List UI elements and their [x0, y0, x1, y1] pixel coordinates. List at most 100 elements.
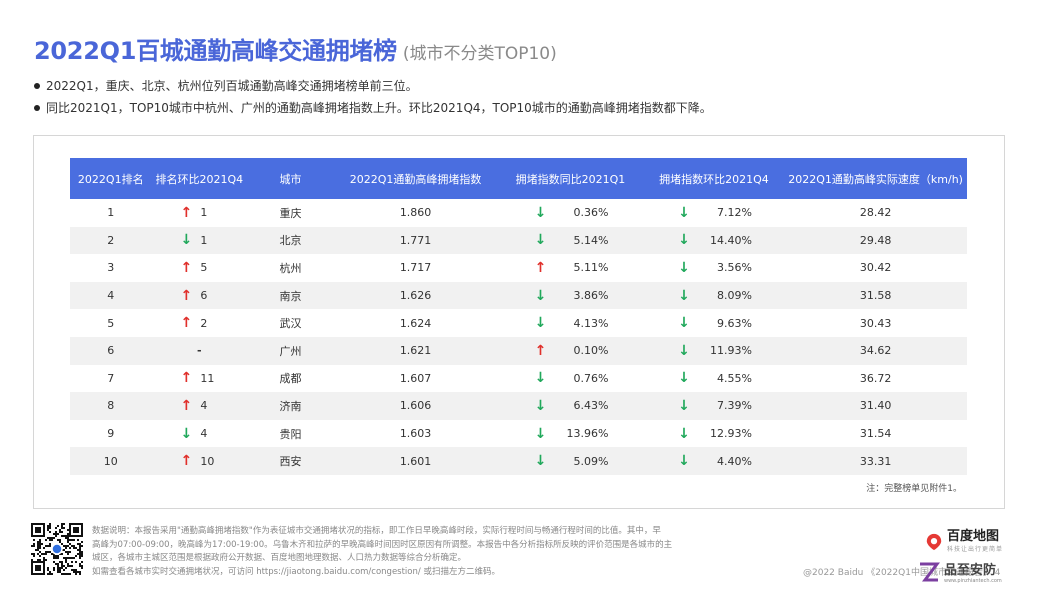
cell-rank: 6	[107, 344, 115, 358]
cell-yoy: ↓ 5.14%	[497, 227, 643, 255]
cell-index: 1.626	[399, 289, 432, 303]
table-row: 10 ↑ 10 西安 1.601 ↓ 5.09% ↓ 4.40% 33.31	[70, 447, 967, 475]
up-arrow-icon: ↑	[180, 287, 193, 304]
cell-speed: 31.40	[859, 399, 892, 413]
up-arrow-icon: ↑	[180, 204, 193, 221]
down-arrow-icon: ↓	[678, 453, 690, 470]
watermark-text: 品至安防	[944, 563, 997, 578]
up-arrow-icon: ↑	[180, 370, 193, 387]
cell-index: 1.606	[399, 399, 432, 413]
logo-subtext: 科技让出行更简单	[947, 546, 1004, 553]
page-title-wrap: 2022Q1百城通勤高峰交通拥堵榜 (城市不分类TOP10)	[34, 31, 557, 66]
rank-change-value: -	[197, 344, 202, 358]
cell-qoq: ↓ 8.09%	[644, 282, 785, 310]
cell-qoq: ↓ 14.40%	[644, 227, 785, 255]
baidu-map-pin-icon	[926, 533, 942, 550]
rank-change-value: 4	[200, 399, 208, 413]
footer-line: 城区，各城市主城区范围是根据政府公开数据、百度地图地理数据、人口热力数据等综合分…	[92, 553, 467, 563]
qoq-value: 4.55%	[716, 371, 752, 385]
watermark: 品至安防 www.pinzhiantech.com	[917, 560, 1002, 584]
table-row: 4 ↑ 6 南京 1.626 ↓ 3.86% ↓ 8.09% 31.58	[70, 281, 967, 310]
down-arrow-icon: ↓	[678, 232, 690, 249]
bullet-item: 2022Q1，重庆、北京、杭州位列百城通勤高峰交通拥堵榜单前三位。	[34, 75, 712, 97]
cell-rank: 9	[107, 427, 115, 441]
rank-change-value: 2	[200, 316, 208, 330]
down-arrow-icon: ↓	[678, 342, 690, 359]
table-frame: 2022Q1排名 排名环比2021Q4 城市 2022Q1通勤高峰拥堵指数 拥堵…	[33, 135, 1005, 509]
qr-code-icon	[31, 523, 83, 575]
cell-index: 1.607	[399, 371, 432, 385]
cell-qoq: ↓ 7.12%	[644, 199, 785, 227]
up-arrow-icon: ↑	[180, 397, 193, 414]
down-arrow-icon: ↓	[534, 315, 547, 332]
up-arrow-icon: ↑	[534, 259, 547, 276]
qoq-value: 14.40%	[709, 233, 752, 247]
cell-rank: 10	[103, 454, 118, 468]
qoq-value: 9.63%	[716, 316, 752, 330]
down-arrow-icon: ↓	[534, 287, 547, 304]
bullet-dot	[34, 105, 40, 111]
down-arrow-icon: ↓	[534, 453, 547, 470]
table-row: 3 ↑ 5 杭州 1.717 ↑ 5.11% ↓ 3.56% 30.42	[70, 254, 967, 282]
up-arrow-icon: ↑	[534, 342, 547, 359]
col-yoy: 拥堵指数同比2021Q1	[515, 172, 626, 186]
cell-qoq: ↓ 9.63%	[644, 309, 785, 337]
yoy-value: 0.76%	[573, 371, 609, 385]
watermark-subtext: www.pinzhiantech.com	[944, 578, 1002, 584]
yoy-value: 5.14%	[573, 233, 609, 247]
cell-index: 1.601	[399, 454, 432, 468]
down-arrow-icon: ↓	[534, 425, 547, 442]
rank-change-value: 5	[200, 261, 208, 275]
rank-change-value: 4	[200, 427, 208, 441]
yoy-value: 5.11%	[573, 261, 609, 275]
cell-speed: 36.72	[859, 371, 892, 385]
cell-city: 广州	[279, 344, 302, 358]
table-row: 2 ↓ 1 北京 1.771 ↓ 5.14% ↓ 14.40% 29.48	[70, 226, 967, 255]
table-header-row: 2022Q1排名 排名环比2021Q4 城市 2022Q1通勤高峰拥堵指数 拥堵…	[70, 158, 967, 199]
table-row: 5 ↑ 2 武汉 1.624 ↓ 4.13% ↓ 9.63% 30.43	[70, 309, 967, 337]
cell-rank-change: ↑ 1	[152, 199, 248, 227]
cell-yoy: ↓ 3.86%	[497, 282, 643, 310]
cell-qoq: ↓ 12.93%	[644, 420, 785, 448]
congestion-table: 2022Q1排名 排名环比2021Q4 城市 2022Q1通勤高峰拥堵指数 拥堵…	[70, 158, 967, 475]
cell-rank: 8	[107, 399, 115, 413]
cell-city: 西安	[279, 455, 302, 469]
bullet-text: 同比2021Q1，TOP10城市中杭州、广州的通勤高峰拥堵指数上升。环比2021…	[46, 101, 712, 115]
cell-rank-change: ↑ 4	[152, 392, 248, 420]
cell-index: 1.603	[399, 427, 432, 441]
cell-qoq: ↓ 4.55%	[644, 365, 785, 393]
bullet-dot	[34, 83, 40, 89]
cell-city: 南京	[279, 289, 302, 303]
down-arrow-icon: ↓	[678, 204, 690, 221]
down-arrow-icon: ↓	[534, 232, 547, 249]
cell-yoy: ↑ 0.10%	[497, 337, 643, 365]
table-row: 8 ↑ 4 济南 1.606 ↓ 6.43% ↓ 7.39% 31.40	[70, 392, 967, 420]
footer-line: 数据说明：本报告采用"通勤高峰拥堵指数"作为表征城市交通拥堵状况的指标，即工作日…	[92, 526, 661, 536]
table-note: 注：完整榜单见附件1。	[866, 484, 962, 494]
cell-rank-change: ↓ 4	[152, 420, 248, 448]
bullet-text: 2022Q1，重庆、北京、杭州位列百城通勤高峰交通拥堵榜单前三位。	[46, 79, 418, 93]
cell-yoy: ↓ 0.36%	[497, 199, 643, 227]
rank-change-value: 10	[200, 454, 215, 468]
col-city: 城市	[279, 172, 302, 186]
col-qoq: 拥堵指数环比2021Q4	[659, 172, 769, 186]
col-index: 2022Q1通勤高峰拥堵指数	[349, 172, 482, 186]
yoy-value: 3.86%	[573, 289, 609, 303]
up-arrow-icon: ↑	[180, 315, 193, 332]
down-arrow-icon: ↓	[678, 259, 690, 276]
yoy-value: 0.10%	[573, 344, 609, 358]
yoy-value: 13.96%	[566, 427, 609, 441]
cell-qoq: ↓ 11.93%	[644, 337, 785, 365]
data-description: 数据说明：本报告采用"通勤高峰拥堵指数"作为表征城市交通拥堵状况的指标，即工作日…	[92, 525, 732, 579]
down-arrow-icon: ↓	[678, 425, 690, 442]
baidu-map-logo: 百度地图 科技让出行更简单	[925, 530, 1003, 553]
cell-speed: 33.31	[859, 454, 892, 468]
down-arrow-icon: ↓	[678, 370, 690, 387]
cell-rank: 7	[107, 371, 115, 385]
cell-city: 贵阳	[279, 427, 302, 441]
rank-change-value: 1	[200, 233, 208, 247]
cell-rank-change: ↑ 2	[152, 309, 248, 337]
logo-text: 百度地图	[947, 529, 1000, 544]
watermark-logo-icon	[920, 562, 940, 582]
cell-rank: 2	[107, 233, 115, 247]
